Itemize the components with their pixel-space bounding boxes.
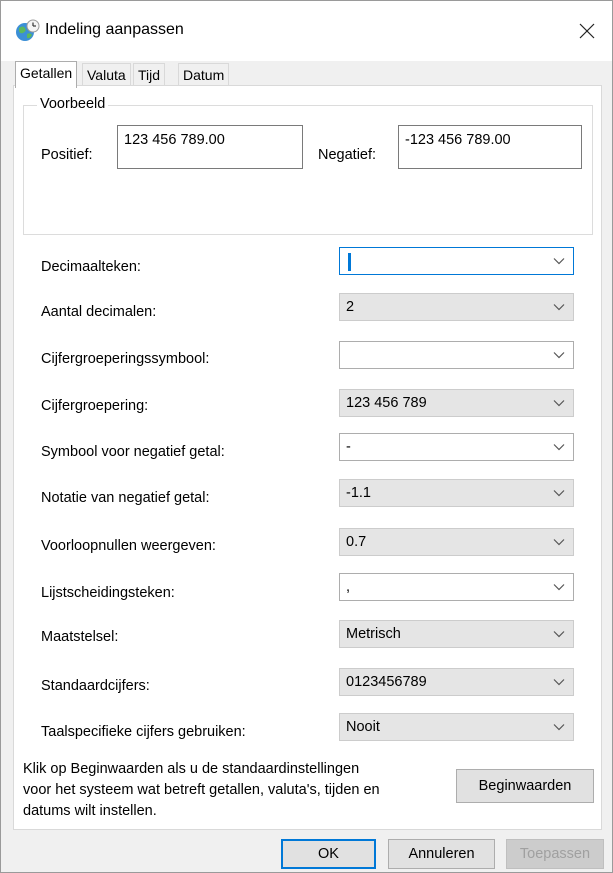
negative-sign-combo[interactable]: - [339, 433, 574, 461]
negative-sign-label: Symbool voor negatief getal: [41, 444, 225, 460]
negative-format-label: Notatie van negatief getal: [41, 490, 210, 506]
native-digits-value: Nooit [346, 719, 380, 735]
decimal-count-combo[interactable]: 2 [339, 293, 574, 321]
leading-zeros-combo[interactable]: 0.7 [339, 528, 574, 556]
chevron-down-icon [553, 724, 565, 731]
reset-info-line: voor het systeem wat betreft getallen, v… [23, 782, 380, 798]
chevron-down-icon [553, 258, 565, 265]
reset-info-text: Klik op Beginwaarden als u de standaardi… [23, 759, 443, 822]
standard-digits-combo[interactable]: 0123456789 [339, 668, 574, 696]
leading-zeros-label: Voorloopnullen weergeven: [41, 538, 216, 554]
chevron-down-icon [553, 490, 565, 497]
measurement-system-combo[interactable]: Metrisch [339, 620, 574, 648]
negative-preview-box: -123 456 789.00 [398, 125, 582, 169]
digit-grouping-combo[interactable]: 123 456 789 [339, 389, 574, 417]
measurement-system-label: Maatstelsel: [41, 629, 119, 645]
reset-info-line: Klik op Beginwaarden als u de standaardi… [23, 761, 360, 777]
chevron-down-icon [553, 304, 565, 311]
preview-group-legend: Voorbeeld [37, 96, 109, 112]
apply-button[interactable]: Toepassen [506, 839, 604, 869]
negative-format-value: -1.1 [346, 485, 371, 501]
native-digits-label: Taalspecifieke cijfers gebruiken: [41, 724, 246, 740]
list-separator-label: Lijstscheidingsteken: [41, 585, 175, 601]
chevron-down-icon [553, 539, 565, 546]
positive-preview-box: 123 456 789.00 [117, 125, 303, 169]
tab-getallen[interactable]: Getallen [15, 61, 78, 88]
ok-button[interactable]: OK [281, 839, 376, 869]
reset-defaults-button[interactable]: Beginwaarden [456, 769, 594, 803]
chevron-down-icon [553, 584, 565, 591]
decimal-separator-label: Decimaalteken: [41, 259, 141, 275]
chevron-down-icon [553, 444, 565, 451]
chevron-down-icon [553, 352, 565, 359]
positive-label: Positief: [41, 147, 93, 163]
negative-sign-value: - [346, 439, 351, 455]
chevron-down-icon [553, 400, 565, 407]
negative-format-combo[interactable]: -1.1 [339, 479, 574, 507]
chevron-down-icon [553, 631, 565, 638]
decimal-count-label: Aantal decimalen: [41, 304, 157, 320]
reset-info-line: datums wilt instellen. [23, 803, 157, 819]
window-title: Indeling aanpassen [45, 21, 184, 38]
digit-grouping-label: Cijfergroepering: [41, 398, 149, 414]
tab-datum[interactable]: Datum [178, 63, 230, 87]
globe-clock-icon [16, 19, 40, 41]
tab-valuta[interactable]: Valuta [82, 63, 131, 87]
standard-digits-label: Standaardcijfers: [41, 678, 150, 694]
digit-grouping-value: 123 456 789 [346, 395, 427, 411]
list-separator-combo[interactable]: , [339, 573, 574, 601]
tab-tijd[interactable]: Tijd [133, 63, 166, 87]
standard-digits-value: 0123456789 [346, 674, 427, 690]
list-separator-value: , [346, 579, 351, 595]
title-bar[interactable]: Indeling aanpassen [1, 1, 612, 61]
chevron-down-icon [553, 679, 565, 686]
digit-grouping-symbol-label: Cijfergroeperingssymbool: [41, 351, 210, 367]
dialog-window: Indeling aanpassen Getallen Valuta Tijd … [0, 0, 613, 873]
negative-label: Negatief: [318, 147, 377, 163]
measurement-system-value: Metrisch [346, 626, 401, 642]
cancel-button[interactable]: Annuleren [388, 839, 495, 869]
digit-grouping-symbol-combo[interactable] [339, 341, 574, 369]
native-digits-combo[interactable]: Nooit [339, 713, 574, 741]
close-icon [579, 23, 595, 39]
decimal-count-value: 2 [346, 299, 355, 315]
decimal-separator-combo[interactable] [339, 247, 574, 275]
leading-zeros-value: 0.7 [346, 534, 367, 550]
text-caret [348, 253, 351, 271]
close-button[interactable] [570, 15, 604, 47]
